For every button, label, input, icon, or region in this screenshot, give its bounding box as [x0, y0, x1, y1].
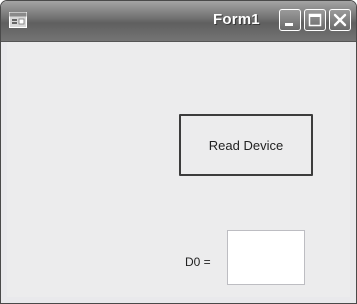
title-bar[interactable]: Form1 [1, 1, 356, 42]
form-client-area: Read Device D0 = [7, 42, 350, 297]
maximize-button[interactable] [304, 9, 326, 31]
minimize-button[interactable] [279, 9, 301, 31]
maximize-icon [308, 13, 322, 27]
minimize-icon [285, 23, 293, 26]
close-button[interactable] [329, 9, 351, 31]
window-title: Form1 [213, 11, 260, 28]
d0-label: D0 = [185, 255, 211, 269]
d0-textbox[interactable] [227, 230, 305, 285]
form-app-icon[interactable] [9, 12, 27, 28]
read-device-button[interactable]: Read Device [179, 114, 313, 176]
app-window: Form1 Read Device D0 = [0, 0, 357, 304]
close-icon [333, 13, 347, 27]
read-device-button-label: Read Device [208, 137, 284, 153]
